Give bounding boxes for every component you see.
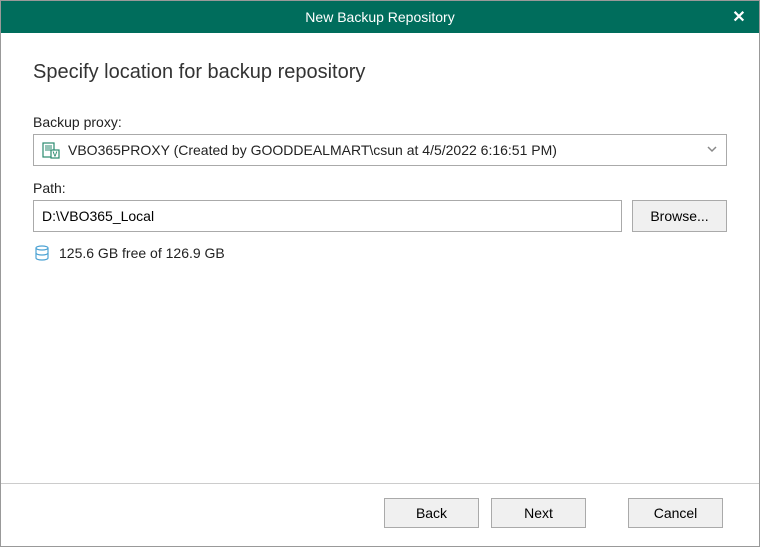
path-row: Browse... [33,200,727,232]
browse-button[interactable]: Browse... [632,200,727,232]
backup-proxy-label: Backup proxy: [33,114,727,130]
page-heading: Specify location for backup repository [33,61,727,84]
cancel-button[interactable]: Cancel [628,498,723,528]
disk-free-text: 125.6 GB free of 126.9 GB [59,245,225,261]
svg-text:V: V [53,152,58,159]
dialog-window: New Backup Repository ✕ Specify location… [0,0,760,547]
window-title: New Backup Repository [305,9,454,25]
footer-buttons: Back Next Cancel [33,498,727,528]
backup-proxy-dropdown[interactable]: V VBO365PROXY (Created by GOODDEALMART\c… [33,134,727,166]
disk-icon [33,244,51,262]
proxy-server-icon: V [42,141,60,159]
close-button[interactable]: ✕ [729,7,749,27]
chevron-down-icon [706,143,718,158]
titlebar: New Backup Repository ✕ [1,1,759,33]
button-gap [598,498,616,528]
disk-space-row: 125.6 GB free of 126.9 GB [33,244,727,262]
path-label: Path: [33,180,727,196]
divider [1,483,759,484]
path-input[interactable] [33,200,622,232]
close-icon: ✕ [732,7,745,27]
backup-proxy-value: VBO365PROXY (Created by GOODDEALMART\csu… [68,142,706,158]
spacer [33,262,727,483]
next-button[interactable]: Next [491,498,586,528]
back-button[interactable]: Back [384,498,479,528]
content-area: Specify location for backup repository B… [1,33,759,546]
